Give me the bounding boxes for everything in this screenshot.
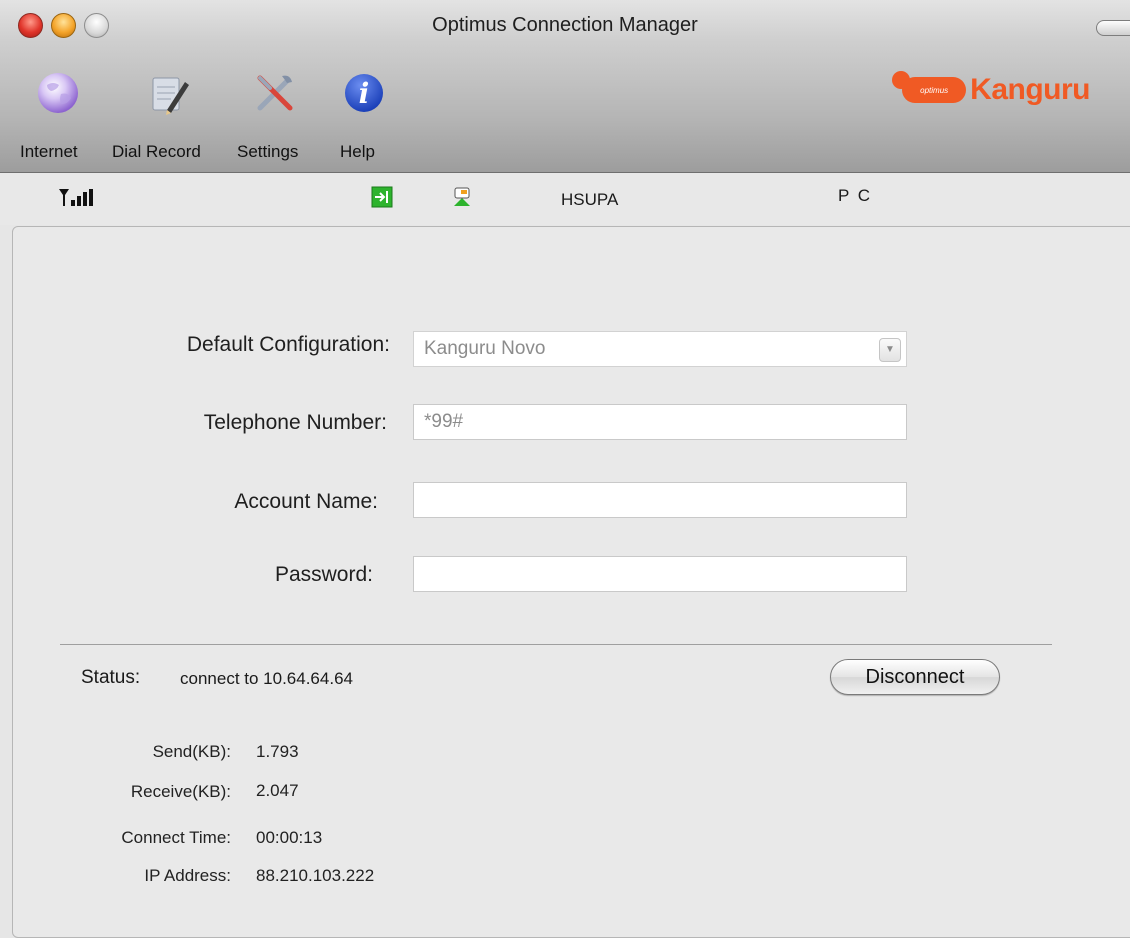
notepad-pencil-icon[interactable] bbox=[145, 70, 191, 116]
toolbar-help-label[interactable]: Help bbox=[340, 142, 375, 162]
status-label: Status: bbox=[81, 667, 141, 688]
send-value: 1.793 bbox=[256, 742, 299, 761]
connect-time-value: 00:00:13 bbox=[256, 828, 323, 847]
ip-address-label: IP Address: bbox=[144, 866, 231, 885]
toolbar-settings-label[interactable]: Settings bbox=[237, 142, 298, 162]
telephone-number-label: Telephone Number: bbox=[203, 411, 387, 434]
account-name-field[interactable] bbox=[413, 482, 907, 518]
globe-icon[interactable] bbox=[35, 70, 81, 116]
send-label: Send(KB): bbox=[152, 742, 231, 761]
network-type-label: HSUPA bbox=[561, 190, 619, 209]
toolbar-dial-record-label[interactable]: Dial Record bbox=[112, 142, 201, 162]
connect-time-label: Connect Time: bbox=[121, 828, 231, 847]
divider bbox=[60, 644, 1052, 645]
connection-arrow-icon bbox=[371, 186, 393, 208]
info-icon[interactable]: i bbox=[343, 70, 389, 116]
ip-address-value: 88.210.103.222 bbox=[256, 866, 375, 885]
password-label: Password: bbox=[274, 563, 373, 586]
tools-icon[interactable] bbox=[252, 70, 298, 116]
sms-icon bbox=[454, 187, 470, 206]
receive-value: 2.047 bbox=[256, 781, 299, 800]
telephone-number-field[interactable] bbox=[413, 404, 907, 440]
svg-text:i: i bbox=[359, 77, 370, 110]
default-config-label: Default Configuration: bbox=[186, 333, 390, 356]
account-name-label: Account Name: bbox=[234, 490, 378, 513]
brand-small-text: optimus bbox=[920, 85, 949, 95]
mode-label: P C bbox=[838, 186, 873, 205]
brand-logo: optimus Kanguru bbox=[892, 71, 1090, 108]
default-config-value: Kanguru Novo bbox=[424, 338, 546, 359]
signal-strength-icon bbox=[59, 189, 93, 206]
toolbar-toggle-button[interactable] bbox=[1096, 20, 1130, 36]
toolbar-internet-label[interactable]: Internet bbox=[20, 142, 78, 162]
window-title: Optimus Connection Manager bbox=[432, 14, 698, 36]
brand-word: Kanguru bbox=[970, 73, 1090, 106]
brand-blob-icon: optimus bbox=[892, 71, 967, 103]
receive-label: Receive(KB): bbox=[130, 782, 231, 801]
chevron-down-icon[interactable]: ▼ bbox=[879, 338, 901, 362]
password-field[interactable] bbox=[413, 556, 907, 592]
status-value: connect to 10.64.64.64 bbox=[180, 669, 353, 688]
default-config-select[interactable]: Kanguru Novo ▼ bbox=[413, 331, 907, 367]
disconnect-button[interactable]: Disconnect bbox=[830, 659, 1000, 695]
